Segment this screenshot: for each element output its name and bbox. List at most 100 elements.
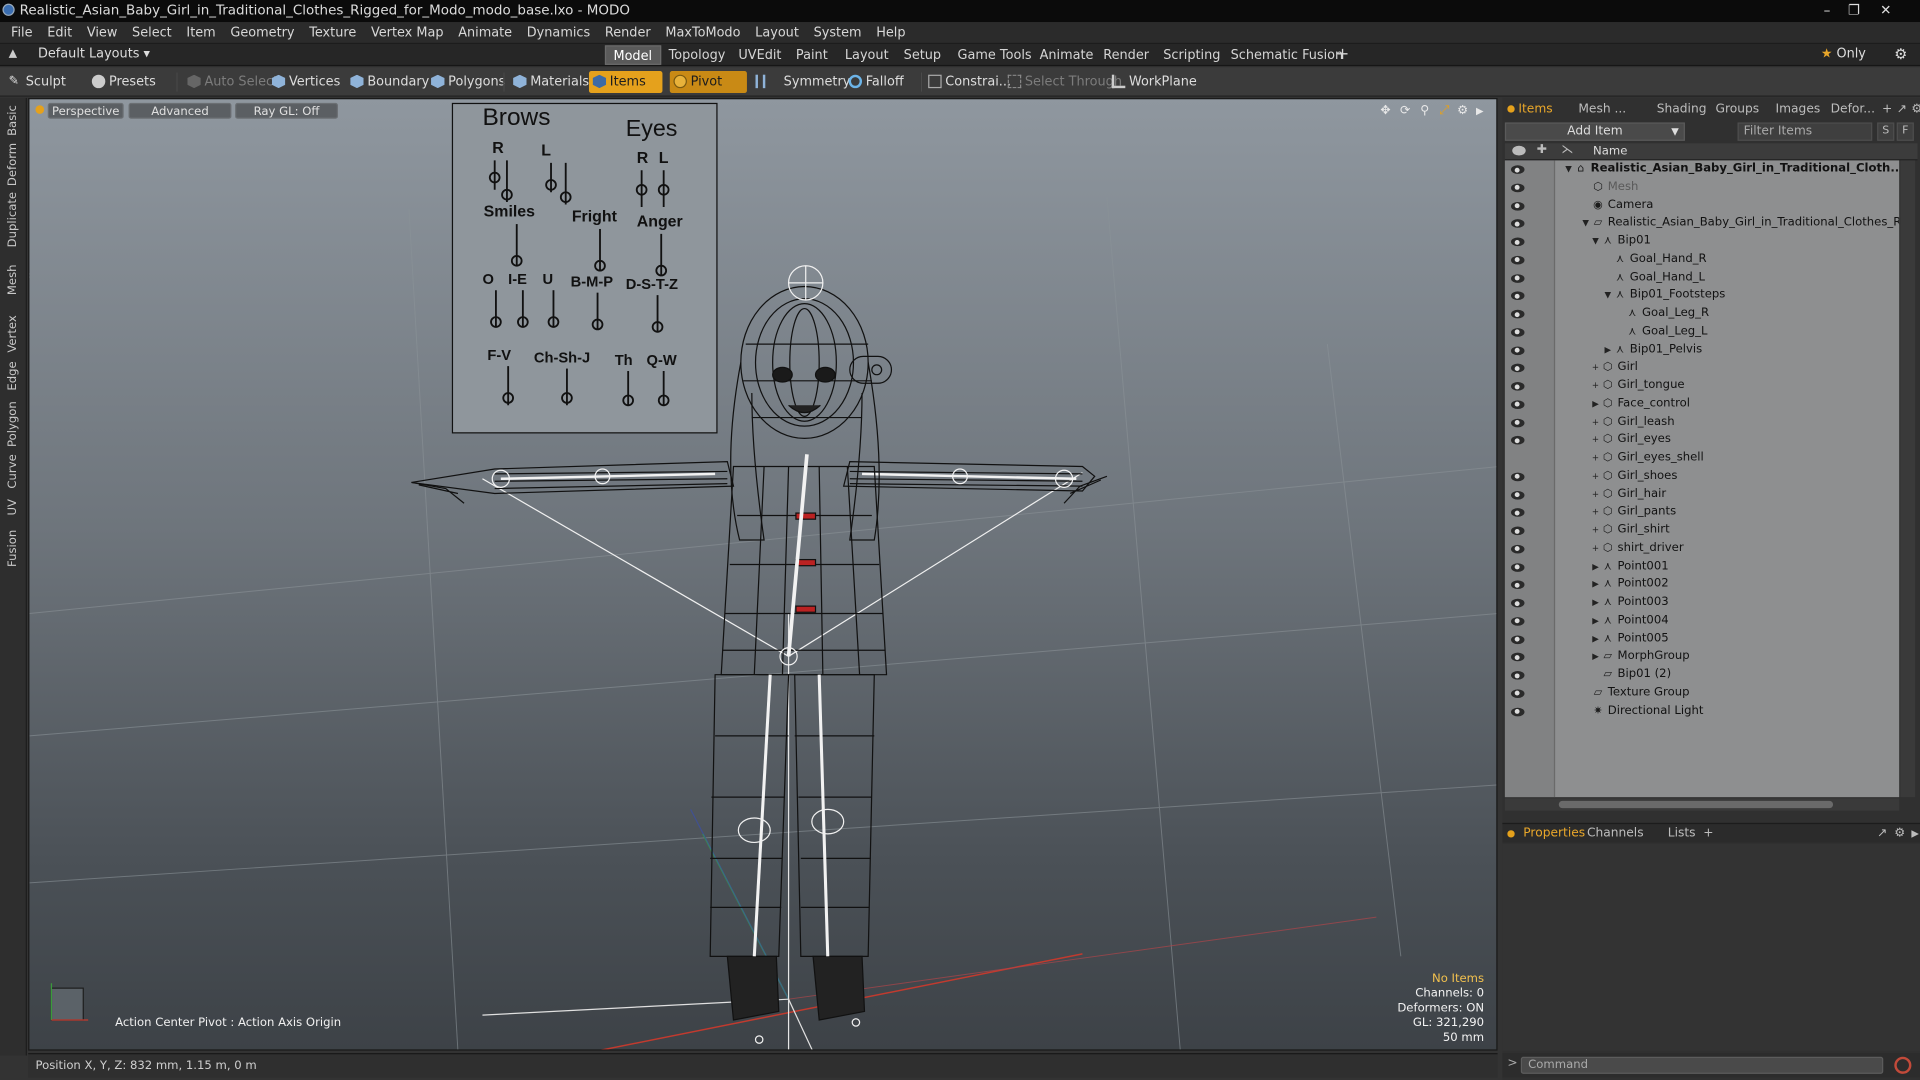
menu-maxtomodo[interactable]: MaxToModo [658, 22, 748, 44]
expand-arrow-icon[interactable]: ▼ [1603, 287, 1613, 305]
visibility-eye-icon[interactable] [1511, 255, 1525, 265]
tree-row[interactable]: ▼ ⋏ Bip01_Footsteps [1505, 287, 1899, 305]
menu-system[interactable]: System [806, 22, 869, 44]
polygons-button[interactable]: Polygons [427, 71, 511, 93]
tree-horizontal-scrollbar[interactable] [1504, 798, 1900, 811]
expand-arrow-icon[interactable]: ▶ [1591, 612, 1601, 630]
add-item-button[interactable]: Add Item ▼ [1504, 122, 1685, 141]
visibility-eye-icon[interactable] [1511, 544, 1525, 554]
tree-row[interactable]: + ⬡ Girl_shoes [1505, 467, 1899, 485]
menu-layout[interactable]: Layout [748, 22, 806, 44]
command-history-icon[interactable] [1894, 1056, 1912, 1074]
tree-row[interactable]: ⋏ Goal_Leg_R [1505, 305, 1899, 323]
visibility-eye-icon[interactable] [1511, 382, 1525, 391]
maximize-button[interactable]: ❐ [1844, 2, 1864, 18]
falloff-button[interactable]: Falloff [845, 71, 910, 93]
layout-selector[interactable]: Default Layouts ▾ [38, 47, 150, 62]
expand-arrow-icon[interactable]: ▼ [1564, 160, 1574, 178]
tree-row[interactable]: + ⬡ Girl_tongue [1505, 377, 1899, 395]
visibility-eye-icon[interactable] [1511, 345, 1525, 355]
visibility-eye-icon[interactable] [1511, 508, 1525, 518]
tree-row[interactable]: ▼ ⋏ Bip01 [1505, 233, 1899, 251]
tab-groups[interactable]: Groups [1711, 100, 1764, 120]
menu-help[interactable]: Help [869, 22, 913, 44]
tree-row[interactable]: + ⬡ Girl_eyes [1505, 431, 1899, 449]
left-tab-mesh-edit[interactable]: Mesh Edit [2, 252, 42, 306]
visibility-eye-icon[interactable] [1511, 291, 1525, 301]
visibility-eye-icon[interactable] [1511, 363, 1525, 373]
visibility-eye-icon[interactable] [1511, 526, 1525, 536]
visibility-eye-icon[interactable] [1511, 219, 1525, 229]
scrollbar-thumb[interactable] [1558, 800, 1834, 809]
menu-animate[interactable]: Animate [451, 22, 520, 44]
visibility-eye-icon[interactable] [1511, 183, 1525, 192]
tab-paint[interactable]: Paint [789, 45, 836, 65]
tree-row[interactable]: ⬡ Mesh [1505, 178, 1899, 196]
workplane-button[interactable]: WorkPlane [1108, 71, 1203, 93]
tree-row[interactable]: + ⬡ Girl_leash [1505, 413, 1899, 431]
left-tab-edge[interactable]: Edge [2, 360, 24, 392]
visibility-eye-icon[interactable] [1511, 616, 1525, 626]
tree-row[interactable]: ⋏ Goal_Hand_R [1505, 251, 1899, 269]
gear-icon[interactable]: ⚙ [1894, 45, 1907, 62]
add-properties-tab-icon[interactable]: + [1698, 824, 1718, 844]
visibility-eye-icon[interactable] [1511, 652, 1525, 662]
tree-row[interactable]: ▶ ⋏ Point004 [1505, 612, 1899, 630]
tree-row[interactable]: ▶ ⋏ Bip01_Pelvis [1505, 341, 1899, 359]
tab-setup[interactable]: Setup [896, 45, 948, 65]
expand-plus-icon[interactable]: + [1591, 522, 1601, 540]
panel-gear-icon[interactable]: ⚙ [1907, 100, 1920, 120]
expand-arrow-icon[interactable]: ▼ [1591, 233, 1601, 251]
menu-select[interactable]: Select [125, 22, 179, 44]
tree-row[interactable]: ✷ Directional Light [1505, 702, 1899, 720]
close-button[interactable]: ✕ [1876, 2, 1896, 18]
tree-row[interactable]: ▶ ⋏ Point003 [1505, 594, 1899, 612]
menu-dynamics[interactable]: Dynamics [519, 22, 597, 44]
left-tab-polygon[interactable]: Polygon [2, 399, 24, 448]
tree-row[interactable]: + ⬡ Girl_eyes_shell [1505, 449, 1899, 467]
name-column-header[interactable]: Name [1593, 144, 1627, 157]
expand-plus-icon[interactable]: + [1591, 486, 1601, 504]
left-tab-basic[interactable]: Basic [2, 103, 24, 137]
visibility-eye-icon[interactable] [1511, 165, 1525, 174]
tab-shading[interactable]: Shading [1652, 100, 1712, 120]
filter-s-button[interactable]: S [1877, 122, 1895, 141]
visibility-eye-icon[interactable] [1511, 562, 1525, 572]
tab-scripting[interactable]: Scripting [1156, 45, 1228, 65]
tab-lists[interactable]: Lists [1663, 824, 1701, 844]
tree-row[interactable]: ▶ ⋏ Point002 [1505, 576, 1899, 594]
menu-edit[interactable]: Edit [40, 22, 80, 44]
items-button[interactable]: Items [588, 71, 663, 94]
orientation-gizmo[interactable] [50, 983, 89, 1021]
tree-row[interactable]: + ⬡ shirt_driver [1505, 540, 1899, 558]
boundary-button[interactable]: Boundary [347, 71, 436, 93]
visibility-eye-icon[interactable] [1511, 671, 1525, 680]
tree-row[interactable]: ▶ ⋏ Point001 [1505, 558, 1899, 576]
visibility-eye-icon[interactable] [1511, 598, 1525, 608]
tab-deformers[interactable]: Defor... [1826, 100, 1880, 120]
expand-plus-icon[interactable]: + [1591, 504, 1601, 522]
visibility-eye-icon[interactable] [1511, 689, 1525, 698]
visibility-eye-icon[interactable] [1511, 436, 1525, 445]
menu-texture[interactable]: Texture [302, 22, 364, 44]
tab-items[interactable]: Items [1513, 100, 1557, 120]
tree-row[interactable]: ▱ Texture Group [1505, 684, 1899, 702]
filter-items-input[interactable]: Filter Items [1737, 122, 1873, 141]
symmetry-button[interactable]: Symmetry [752, 71, 857, 93]
tab-layout[interactable]: Layout [838, 45, 896, 65]
visibility-eye-icon[interactable] [1511, 237, 1525, 247]
tab-properties[interactable]: Properties [1518, 824, 1590, 844]
3d-viewport[interactable]: Perspective Advanced Ray GL: Off ✥ ⟳ ⚲ ⤢… [28, 97, 1498, 1051]
tree-row[interactable]: + ⬡ Girl_hair [1505, 486, 1899, 504]
lock-column-icon[interactable]: ✚ [1537, 143, 1547, 156]
left-tab-vertex[interactable]: Vertex [2, 313, 24, 355]
tree-row[interactable]: ▼ ▱ Realistic_Asian_Baby_Girl_in_Tradition… [1505, 215, 1899, 233]
tree-row[interactable]: ▶ ⋏ Point005 [1505, 630, 1899, 648]
visibility-eye-icon[interactable] [1511, 201, 1525, 211]
tree-row[interactable]: ▶ ▱ MorphGroup [1505, 648, 1899, 666]
minimize-button[interactable]: – [1817, 2, 1837, 18]
facial-morph-chart[interactable]: Brows Eyes R L R L Smiles Fright Anger O… [451, 102, 718, 434]
tab-uvedit[interactable]: UVEdit [731, 45, 789, 65]
expand-plus-icon[interactable]: + [1591, 431, 1601, 449]
filter-f-button[interactable]: F [1896, 122, 1914, 141]
